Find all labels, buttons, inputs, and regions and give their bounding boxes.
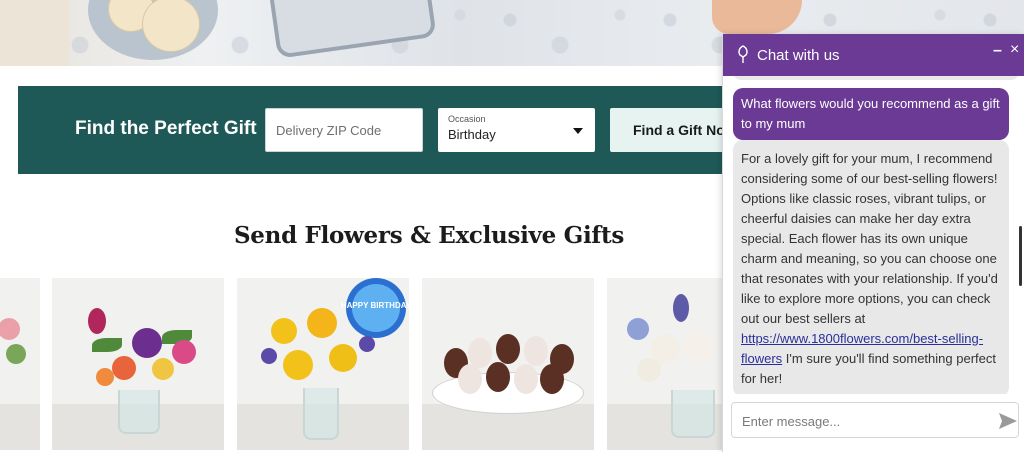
strawberry-image	[458, 364, 482, 394]
flower-image	[152, 358, 174, 380]
flower-image	[307, 308, 337, 338]
flower-image	[112, 356, 136, 380]
product-card[interactable]: HAPPY BIRTHDAY	[237, 278, 409, 450]
bot-message-text: For a lovely gift for your mum, I recomm…	[741, 151, 998, 326]
strawberry-image	[514, 364, 538, 394]
gift-finder-title: Find the Perfect Gift	[75, 118, 257, 139]
occasion-value: Birthday	[448, 127, 496, 142]
occasion-select[interactable]: Occasion Birthday	[438, 108, 595, 152]
occasion-label: Occasion	[448, 114, 486, 124]
hero-cloth	[0, 0, 70, 66]
vase-image	[303, 388, 339, 440]
vase-image	[118, 390, 160, 434]
flower-image	[683, 332, 713, 362]
strawberry-image	[496, 334, 520, 364]
gift-finder-bar: Find the Perfect Gift Occasion Birthday …	[18, 86, 778, 174]
balloon-text: HAPPY BIRTHDAY	[341, 301, 409, 310]
flower-image	[132, 328, 162, 358]
flower-image	[6, 344, 26, 364]
chat-widget: Chat with us – × What flowers would you …	[722, 34, 1024, 452]
flower-image	[329, 344, 357, 372]
message-input-box	[731, 402, 1019, 438]
strawberry-image	[540, 364, 564, 394]
flower-image	[96, 368, 114, 386]
flower-image	[92, 338, 122, 352]
product-card[interactable]	[0, 278, 40, 450]
message-input[interactable]	[742, 409, 972, 433]
flower-image	[359, 336, 375, 352]
flower-image	[271, 318, 297, 344]
flower-image	[0, 318, 20, 340]
chat-header: Chat with us – ×	[723, 34, 1024, 76]
chat-messages: What flowers would you recommend as a gi…	[723, 76, 1024, 394]
user-message: What flowers would you recommend as a gi…	[733, 88, 1009, 140]
product-card[interactable]	[52, 278, 224, 450]
flower-image	[627, 318, 649, 340]
bot-message: For a lovely gift for your mum, I recomm…	[733, 140, 1009, 394]
vase-image	[671, 390, 715, 438]
page: Find the Perfect Gift Occasion Birthday …	[0, 0, 1024, 452]
flower-image	[673, 294, 689, 322]
scrollbar-thumb[interactable]	[1019, 226, 1022, 286]
birthday-balloon-image: HAPPY BIRTHDAY	[341, 278, 409, 338]
flower-image	[637, 358, 661, 382]
flower-image	[283, 350, 313, 380]
section-title: Send Flowers & Exclusive Gifts	[234, 222, 624, 249]
previous-message	[733, 76, 1019, 80]
strawberry-image	[486, 362, 510, 392]
send-icon[interactable]	[998, 412, 1018, 430]
chat-title: Chat with us	[757, 47, 840, 64]
flower-image	[88, 308, 106, 334]
zip-code-input[interactable]	[265, 108, 423, 152]
product-card[interactable]	[422, 278, 594, 450]
minimize-icon[interactable]: –	[993, 42, 1002, 60]
caret-down-icon	[573, 128, 583, 134]
card-table	[0, 404, 40, 450]
flower-image	[172, 340, 196, 364]
chat-scrollbar[interactable]	[1019, 86, 1023, 416]
flower-image	[261, 348, 277, 364]
close-icon[interactable]: ×	[1010, 41, 1019, 59]
strawberry-image	[524, 336, 548, 366]
tulip-icon	[738, 45, 748, 63]
